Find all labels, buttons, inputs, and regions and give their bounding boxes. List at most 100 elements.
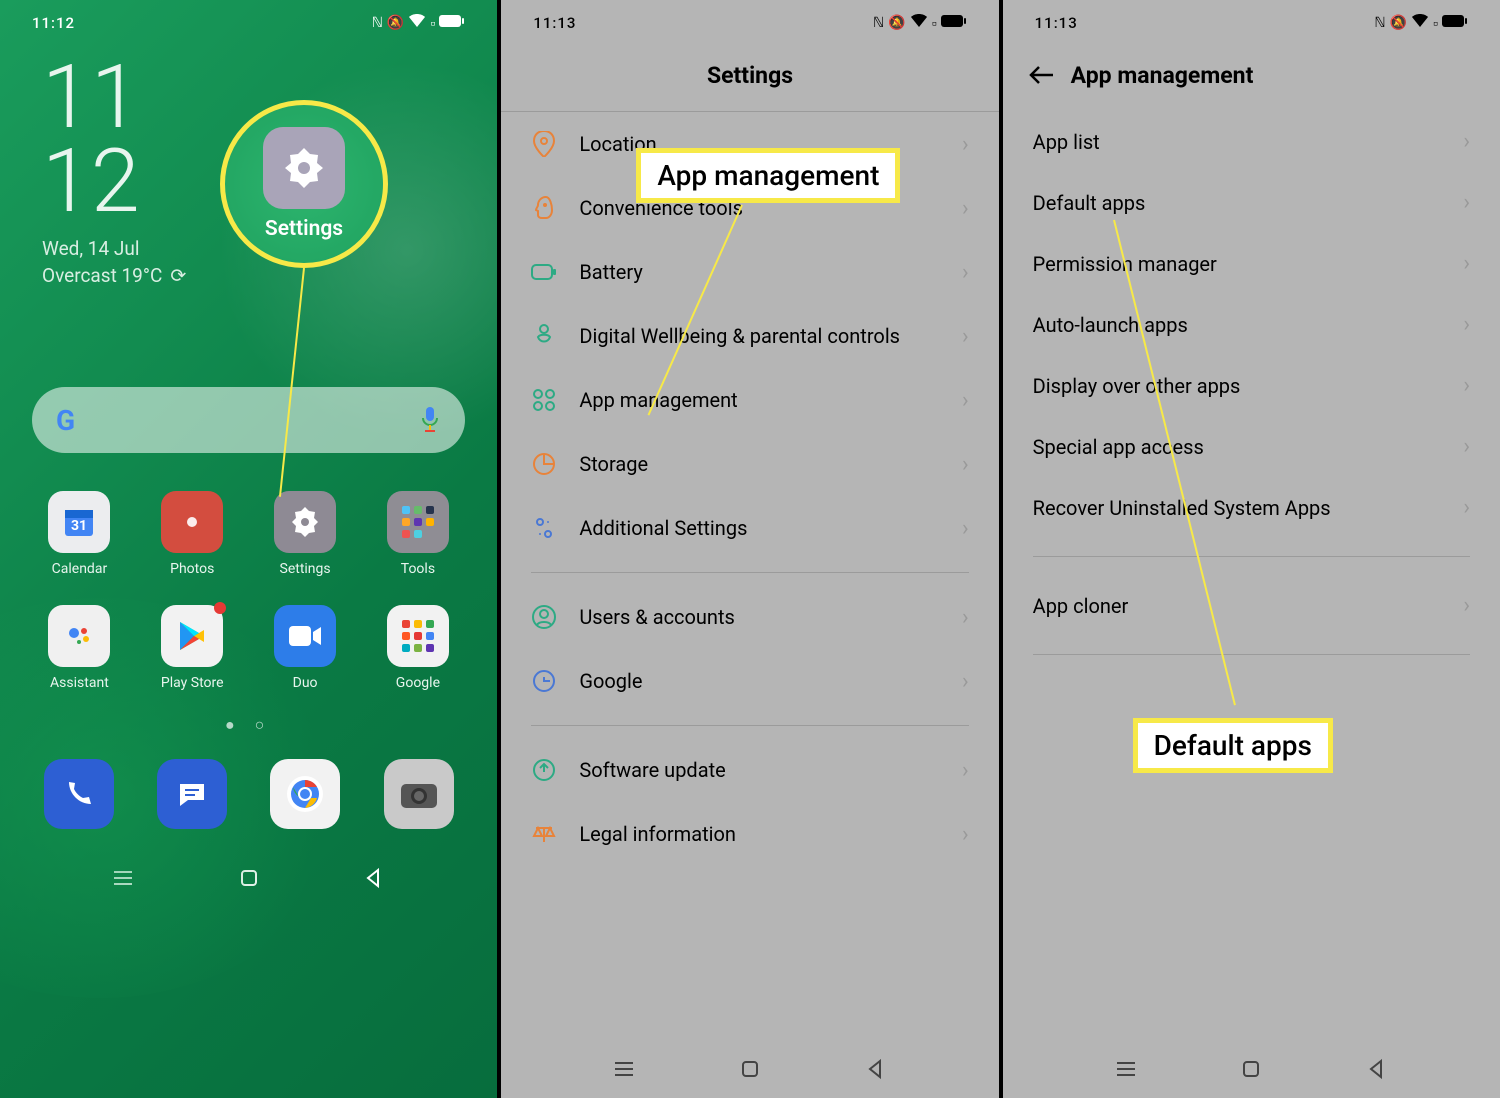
status-icons: ℕ 🔕 ▫ <box>873 14 967 32</box>
nav-recent-icon[interactable] <box>112 867 134 893</box>
battery-row-icon <box>531 259 557 285</box>
status-bar: 11:12 ℕ 🔕 ▫ <box>0 0 497 46</box>
apps-grid-icon <box>531 387 557 413</box>
battery-icon <box>1442 14 1468 32</box>
settings-row-google[interactable]: Google › <box>501 649 998 713</box>
play-store-icon <box>161 605 223 667</box>
mgmt-row-recover-system[interactable]: Recover Uninstalled System Apps › <box>1003 477 1500 538</box>
chevron-right-icon: › <box>1463 251 1470 276</box>
app-assistant[interactable]: Assistant <box>28 605 131 691</box>
battery-icon <box>439 14 465 32</box>
mute-icon: 🔕 <box>888 15 905 31</box>
head-icon <box>531 195 557 221</box>
legal-icon <box>531 821 557 847</box>
settings-row-legal[interactable]: Legal information › <box>501 802 998 866</box>
wifi-icon <box>1411 14 1429 32</box>
home-app-grid: 31 Calendar Photos Settings Tools Assist… <box>0 453 497 691</box>
nav-back-icon[interactable] <box>363 867 385 893</box>
mgmt-row-app-cloner[interactable]: App cloner › <box>1003 575 1500 636</box>
app-duo[interactable]: Duo <box>254 605 357 691</box>
nav-bar <box>0 853 497 907</box>
back-arrow-icon[interactable] <box>1029 64 1055 91</box>
chevron-right-icon: › <box>962 324 969 349</box>
google-search-bar[interactable]: G <box>32 387 465 453</box>
mgmt-row-special-access[interactable]: Special app access › <box>1003 416 1500 477</box>
svg-text:31: 31 <box>71 518 87 534</box>
nav-home-icon[interactable] <box>238 867 260 893</box>
chevron-right-icon: › <box>1463 593 1470 618</box>
nav-recent-icon[interactable] <box>613 1058 635 1084</box>
settings-row-battery[interactable]: Battery › <box>501 240 998 304</box>
mute-icon: 🔕 <box>1390 15 1407 31</box>
additional-icon <box>531 515 557 541</box>
notification-badge <box>214 602 226 614</box>
chevron-right-icon: › <box>962 132 969 157</box>
duo-icon <box>274 605 336 667</box>
nav-home-icon[interactable] <box>1240 1058 1262 1084</box>
app-messages[interactable] <box>157 759 227 829</box>
settings-row-additional[interactable]: Additional Settings › <box>501 496 998 560</box>
status-bar: 11:13 ℕ 🔕 ▫ <box>501 0 998 46</box>
app-management-screen: 11:13 ℕ 🔕 ▫ App management Default apps … <box>999 0 1500 1098</box>
settings-row-storage[interactable]: Storage › <box>501 432 998 496</box>
wellbeing-icon <box>531 323 557 349</box>
weather-label[interactable]: Overcast 19°C ⟳ <box>42 264 455 287</box>
photos-icon <box>161 491 223 553</box>
signal-icon: ▫ <box>430 15 435 32</box>
mic-icon[interactable] <box>419 406 441 434</box>
nav-back-icon[interactable] <box>865 1058 887 1084</box>
settings-callout-label: Settings <box>265 217 343 241</box>
home-screen: 11:12 ℕ 🔕 ▫ Settings 11 12 Wed, 14 Jul O… <box>0 0 497 1098</box>
nfc-icon: ℕ <box>1374 15 1385 31</box>
mgmt-row-display-over[interactable]: Display over other apps › <box>1003 355 1500 416</box>
page-title: Settings <box>501 46 998 111</box>
refresh-icon[interactable]: ⟳ <box>170 264 186 287</box>
app-chrome[interactable] <box>270 759 340 829</box>
settings-icon <box>274 491 336 553</box>
nav-home-icon[interactable] <box>739 1058 761 1084</box>
chevron-right-icon: › <box>962 260 969 285</box>
google-folder-icon <box>387 605 449 667</box>
chevron-right-icon: › <box>962 196 969 221</box>
app-tools[interactable]: Tools <box>366 491 469 577</box>
mgmt-row-permission-manager[interactable]: Permission manager › <box>1003 233 1500 294</box>
google-row-icon <box>531 668 557 694</box>
page-indicator: ● ○ <box>0 715 497 735</box>
status-icons: ℕ 🔕 ▫ <box>1374 14 1468 32</box>
storage-icon <box>531 451 557 477</box>
section-divider <box>531 725 968 726</box>
default-apps-callout: Default apps <box>1133 718 1333 773</box>
chevron-right-icon: › <box>962 758 969 783</box>
settings-row-app-management[interactable]: App management › <box>501 368 998 432</box>
nav-back-icon[interactable] <box>1366 1058 1388 1084</box>
settings-row-software-update[interactable]: Software update › <box>501 738 998 802</box>
settings-screen: 11:13 ℕ 🔕 ▫ Settings App management Loca… <box>497 0 998 1098</box>
calendar-icon: 31 <box>48 491 110 553</box>
app-google-folder[interactable]: Google <box>366 605 469 691</box>
settings-row-wellbeing[interactable]: Digital Wellbeing & parental controls › <box>501 304 998 368</box>
nfc-icon: ℕ <box>372 15 383 31</box>
settings-highlight-circle: Settings <box>220 100 388 268</box>
mgmt-row-auto-launch[interactable]: Auto-launch apps › <box>1003 294 1500 355</box>
nav-recent-icon[interactable] <box>1115 1058 1137 1084</box>
app-calendar[interactable]: 31 Calendar <box>28 491 131 577</box>
mgmt-row-default-apps[interactable]: Default apps › <box>1003 172 1500 233</box>
app-camera[interactable] <box>384 759 454 829</box>
status-bar: 11:13 ℕ 🔕 ▫ <box>1003 0 1500 46</box>
chevron-right-icon: › <box>962 822 969 847</box>
app-phone[interactable] <box>44 759 114 829</box>
app-management-callout: App management <box>636 148 900 203</box>
app-settings[interactable]: Settings <box>254 491 357 577</box>
settings-icon-large[interactable] <box>263 127 345 209</box>
section-divider <box>1033 654 1470 655</box>
app-play-store[interactable]: Play Store <box>141 605 244 691</box>
chevron-right-icon: › <box>1463 190 1470 215</box>
settings-row-users[interactable]: Users & accounts › <box>501 585 998 649</box>
chevron-right-icon: › <box>1463 373 1470 398</box>
chevron-right-icon: › <box>1463 434 1470 459</box>
chevron-right-icon: › <box>1463 495 1470 520</box>
app-photos[interactable]: Photos <box>141 491 244 577</box>
chevron-right-icon: › <box>962 516 969 541</box>
tools-folder-icon <box>387 491 449 553</box>
mgmt-row-app-list[interactable]: App list › <box>1003 111 1500 172</box>
